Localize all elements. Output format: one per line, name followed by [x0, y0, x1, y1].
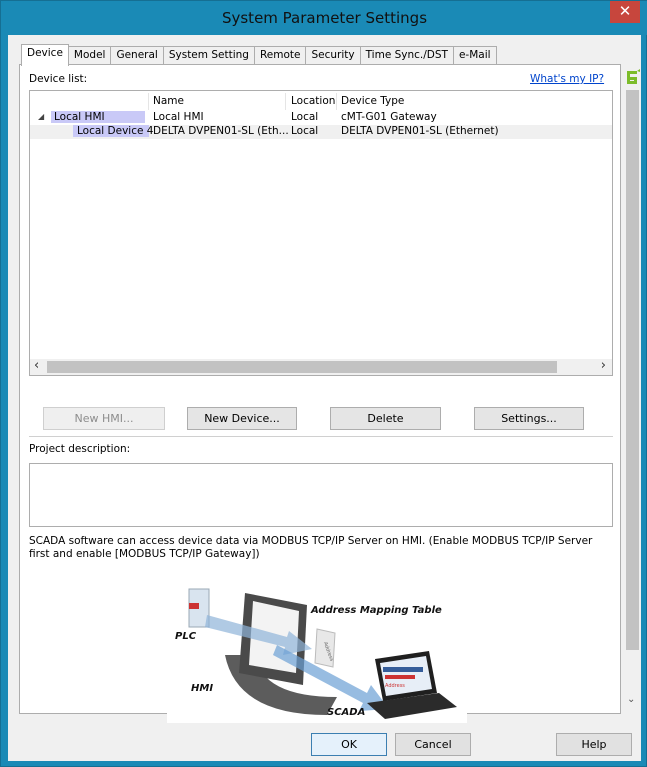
column-separator	[285, 93, 286, 110]
column-header-location[interactable]: Location	[291, 95, 335, 107]
device-list-label: Device list:	[29, 73, 88, 85]
modbus-gateway-diagram: PLC HMI SCADA Address Mapping Table Addr…	[167, 575, 467, 723]
new-hmi-button[interactable]: New HMI...	[43, 407, 165, 430]
device-tab-panel: Device list: What's my IP? Name Location…	[19, 64, 621, 723]
laptop-screen-bar-shape	[385, 675, 415, 679]
laptop-base-shape	[367, 693, 457, 719]
horizontal-scroll-thumb[interactable]	[47, 361, 557, 373]
title-bar: System Parameter Settings ✕	[1, 1, 647, 35]
laptop-screen-bar-shape	[383, 667, 423, 672]
system-parameter-settings-window: System Parameter Settings ✕ Device Model…	[0, 0, 647, 767]
hmi-logo-icon	[627, 69, 640, 84]
plc-label: PLC	[175, 631, 197, 642]
device-type: cMT-G01 Gateway	[341, 111, 437, 123]
column-separator	[148, 93, 149, 110]
vertical-scrollbar[interactable]: ⌄	[624, 64, 641, 714]
scroll-right-icon[interactable]: ›	[601, 358, 606, 373]
tab-e-mail[interactable]: e-Mail	[452, 46, 497, 65]
tree-expander-icon[interactable]: ◢	[38, 112, 44, 121]
device-location: Local	[291, 125, 319, 137]
divider	[29, 436, 613, 437]
scada-note-text: SCADA software can access device data vi…	[29, 535, 593, 560]
help-button[interactable]: Help	[556, 733, 632, 756]
diagram-illustration: PLC HMI SCADA Address Mapping Table Addr…	[175, 588, 457, 719]
device-location: Local	[291, 111, 319, 123]
project-description-label: Project description:	[29, 443, 131, 455]
ok-button[interactable]: OK	[311, 733, 387, 756]
address-mapping-table-label: Address Mapping Table	[310, 605, 442, 616]
tab-model[interactable]: Model	[67, 46, 112, 65]
plc-indicator-shape	[189, 603, 199, 609]
tab-time-sync-dst[interactable]: Time Sync./DST	[359, 46, 454, 65]
device-list[interactable]: Name Location Device Type ◢ Local HMI Lo…	[29, 90, 613, 376]
new-device-button[interactable]: New Device...	[187, 407, 297, 430]
tab-strip: Device Model General System Setting Remo…	[21, 44, 497, 66]
laptop-screen-text: Address	[385, 683, 405, 689]
whats-my-ip-link[interactable]: What's my IP?	[530, 73, 604, 85]
device-name: Local HMI	[153, 111, 204, 123]
vertical-scroll-thumb[interactable]	[626, 90, 639, 650]
tab-security[interactable]: Security	[305, 46, 361, 65]
hmi-label: HMI	[191, 683, 213, 694]
device-name: DELTA DVPEN01-SL (Eth...	[153, 125, 289, 137]
tab-device[interactable]: Device	[21, 44, 69, 66]
delete-button[interactable]: Delete	[330, 407, 441, 430]
horizontal-scrollbar[interactable]: ‹ ›	[30, 358, 612, 375]
close-button[interactable]: ✕	[610, 1, 640, 23]
scada-label: SCADA	[327, 707, 365, 718]
column-header-device-type[interactable]: Device Type	[341, 95, 404, 107]
column-header-name[interactable]: Name	[153, 95, 184, 107]
project-description-field[interactable]	[29, 463, 613, 527]
scroll-left-icon[interactable]: ‹	[34, 358, 39, 373]
window-title: System Parameter Settings	[221, 9, 428, 27]
tree-node-label: Local Device 4	[73, 125, 153, 137]
device-row-local-hmi[interactable]: ◢ Local HMI Local HMI Local cMT-G01 Gate…	[30, 111, 612, 125]
tab-system-setting[interactable]: System Setting	[162, 46, 255, 65]
tree-node-label: Local HMI	[51, 111, 145, 123]
tab-remote[interactable]: Remote	[253, 46, 307, 65]
column-separator	[336, 93, 337, 110]
device-type: DELTA DVPEN01-SL (Ethernet)	[341, 125, 499, 137]
dialog-client-area: Device Model General System Setting Remo…	[8, 35, 641, 761]
cancel-button[interactable]: Cancel	[395, 733, 471, 756]
settings-button[interactable]: Settings...	[474, 407, 584, 430]
tab-general[interactable]: General	[110, 46, 164, 65]
device-row-local-device-4[interactable]: Local Device 4 DELTA DVPEN01-SL (Eth... …	[30, 125, 612, 139]
scroll-down-icon[interactable]: ⌄	[627, 694, 635, 705]
